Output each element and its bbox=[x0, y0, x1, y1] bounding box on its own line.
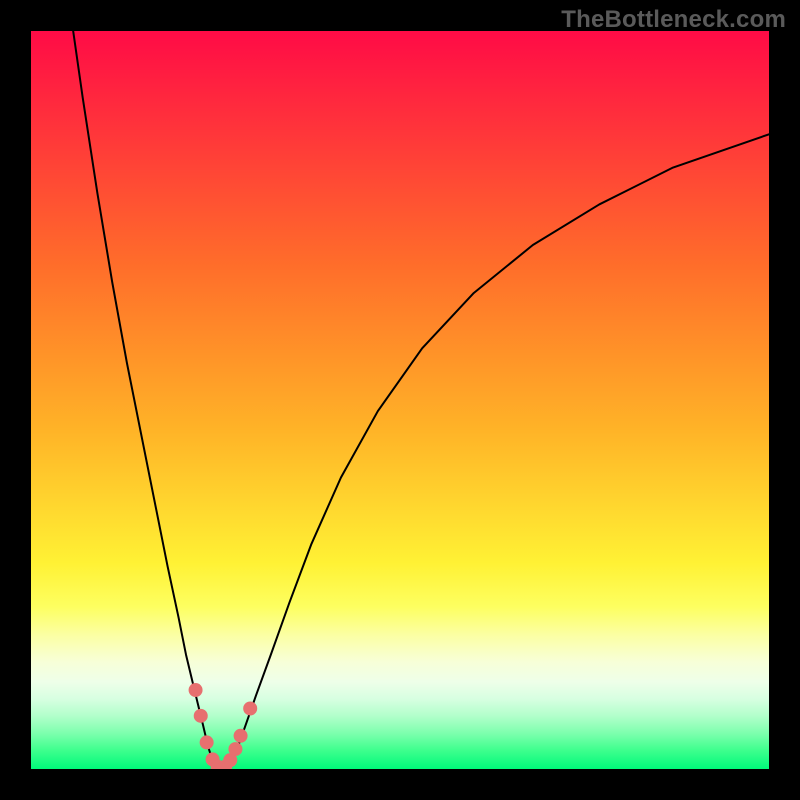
chart-wrapper: TheBottleneck.com bbox=[0, 0, 800, 800]
valley-markers bbox=[189, 683, 258, 769]
valley-marker bbox=[234, 729, 248, 743]
bottleneck-curve bbox=[68, 31, 769, 769]
valley-marker bbox=[228, 742, 242, 756]
curve-layer bbox=[31, 31, 769, 769]
valley-marker bbox=[189, 683, 203, 697]
valley-marker bbox=[194, 709, 208, 723]
plot-area bbox=[31, 31, 769, 769]
valley-marker bbox=[243, 701, 257, 715]
watermark-text: TheBottleneck.com bbox=[561, 6, 786, 34]
valley-marker bbox=[200, 735, 214, 749]
